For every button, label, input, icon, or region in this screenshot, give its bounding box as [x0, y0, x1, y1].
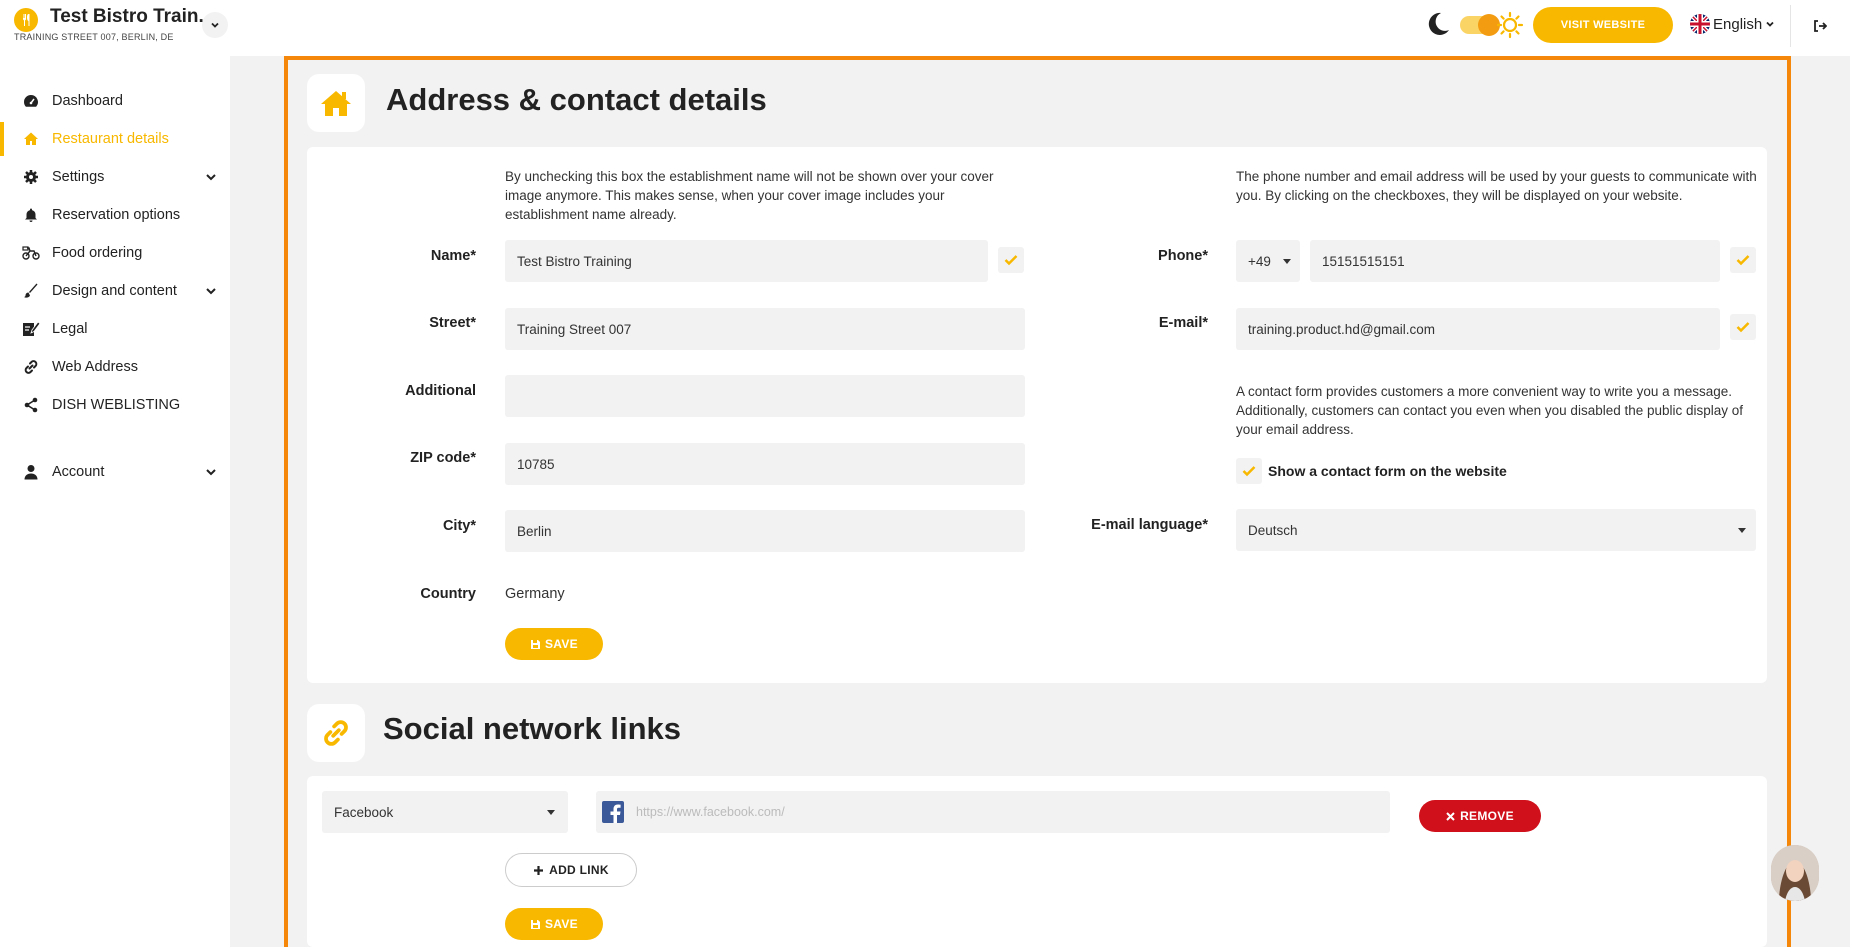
additional-label: Additional [405, 383, 476, 399]
chevron-down-icon [1766, 21, 1774, 27]
sidebar-item-web-address[interactable]: Web Address [0, 348, 230, 386]
sidebar-item-label: Dashboard [52, 93, 123, 109]
sidebar-item-label: Restaurant details [52, 131, 169, 147]
sidebar: Dashboard Restaurant details Settings Re… [0, 56, 230, 947]
caret-down-icon [1738, 528, 1746, 533]
phone-input[interactable]: 15151515151 [1310, 240, 1720, 282]
additional-input[interactable] [505, 375, 1025, 417]
business-selector[interactable]: Test Bistro Train.. [14, 6, 209, 32]
name-help-text: By unchecking this box the establishment… [505, 169, 994, 222]
sidebar-item-label: Reservation options [52, 207, 181, 223]
sidebar-item-account[interactable]: Account [0, 453, 230, 491]
country-label: Country [420, 586, 476, 602]
add-link-button[interactable]: ADD LINK [505, 853, 637, 887]
phone-label: Phone* [1158, 248, 1208, 264]
language-selector[interactable]: English [1690, 14, 1775, 34]
address-section-title: Address & contact details [386, 82, 767, 117]
email-visibility-checkbox[interactable] [1730, 314, 1756, 340]
top-header: Test Bistro Train.. TRAINING STREET 007,… [0, 0, 1850, 56]
close-icon [1446, 811, 1455, 821]
visit-website-button[interactable]: VISIT WEBSITE [1533, 7, 1673, 43]
sidebar-item-label: Web Address [52, 359, 138, 375]
name-label: Name* [430, 248, 476, 264]
email-label: E-mail* [1158, 315, 1208, 331]
social-url-input[interactable]: https://www.facebook.com/ [596, 791, 1390, 833]
social-network-select[interactable]: Facebook [322, 791, 568, 833]
business-name: Test Bistro Train.. [50, 6, 210, 27]
divider [1790, 5, 1791, 47]
chevron-down-icon [206, 469, 216, 476]
save-icon [531, 639, 540, 649]
zip-input[interactable]: 10785 [505, 443, 1025, 485]
check-icon [1004, 255, 1018, 266]
contact-help-text: The phone number and email address will … [1236, 169, 1757, 203]
uk-flag-icon [1690, 14, 1710, 34]
restaurant-logo-icon [14, 8, 38, 32]
plus-icon [534, 865, 544, 875]
home-icon [307, 74, 365, 132]
remove-link-button[interactable]: REMOVE [1419, 800, 1541, 832]
email-input[interactable]: training.product.hd@gmail.com [1236, 308, 1720, 350]
sidebar-item-label: DISH WEBLISTING [52, 397, 181, 413]
gear-icon [22, 168, 40, 186]
sidebar-item-label: Legal [52, 321, 88, 337]
chevron-down-icon [206, 288, 216, 295]
social-save-button[interactable]: SAVE [505, 908, 603, 940]
business-address: TRAINING STREET 007, BERLIN, DE [14, 32, 174, 42]
bell-icon [22, 206, 40, 224]
zip-label: ZIP code* [410, 450, 476, 466]
city-label: City* [442, 518, 476, 534]
social-section-title: Social network links [383, 711, 682, 746]
sidebar-item-legal[interactable]: Legal [0, 310, 230, 348]
sidebar-item-label: Food ordering [52, 245, 143, 261]
caret-down-icon [1283, 259, 1291, 264]
street-label: Street* [429, 315, 476, 331]
sun-icon[interactable] [1496, 11, 1524, 39]
chevron-down-icon [206, 174, 216, 181]
name-input[interactable]: Test Bistro Training [505, 240, 988, 282]
dashboard-icon [22, 92, 40, 110]
street-input[interactable]: Training Street 007 [505, 308, 1025, 350]
check-icon [1242, 466, 1256, 477]
link-icon [307, 704, 365, 762]
contact-form-checkbox[interactable] [1236, 458, 1262, 484]
contact-form-label[interactable]: Show a contact form on the website [1268, 463, 1507, 479]
moon-icon[interactable] [1424, 10, 1452, 38]
legal-icon [22, 320, 40, 338]
contact-form-help-text: A contact form provides customers a more… [1236, 384, 1744, 437]
sidebar-item-label: Settings [52, 169, 105, 185]
phone-prefix-select[interactable]: +49 [1236, 240, 1300, 282]
logout-icon[interactable] [1806, 12, 1834, 40]
sidebar-item-dashboard[interactable]: Dashboard [0, 82, 230, 120]
check-icon [1736, 255, 1750, 266]
city-input[interactable]: Berlin [505, 510, 1025, 552]
sidebar-item-dish-weblisting[interactable]: DISH WEBLISTING [0, 386, 230, 424]
home-icon [22, 130, 40, 148]
email-language-select[interactable]: Deutsch [1236, 509, 1756, 551]
name-visibility-checkbox[interactable] [998, 247, 1024, 273]
facebook-icon [602, 801, 624, 823]
sidebar-item-label: Account [52, 464, 105, 480]
support-avatar[interactable] [1771, 845, 1819, 901]
phone-visibility-checkbox[interactable] [1730, 247, 1756, 273]
country-value: Germany [505, 586, 565, 602]
sidebar-item-settings[interactable]: Settings [0, 158, 230, 196]
sidebar-item-restaurant-details[interactable]: Restaurant details [0, 120, 230, 158]
chevron-down-icon[interactable] [202, 12, 228, 38]
check-icon [1736, 322, 1750, 333]
sidebar-item-reservation-options[interactable]: Reservation options [0, 196, 230, 234]
share-icon [22, 396, 40, 414]
address-save-button[interactable]: SAVE [505, 628, 603, 660]
link-icon [22, 358, 40, 376]
language-label: English [1713, 15, 1763, 33]
caret-down-icon [547, 810, 555, 815]
sidebar-item-design-and-content[interactable]: Design and content [0, 272, 230, 310]
brush-icon [22, 282, 40, 300]
sidebar-item-label: Design and content [52, 283, 177, 299]
user-icon [22, 463, 40, 481]
save-icon [531, 919, 540, 929]
bike-icon [22, 244, 40, 262]
sidebar-item-food-ordering[interactable]: Food ordering [0, 234, 230, 272]
email-language-label: E-mail language* [1091, 517, 1208, 533]
